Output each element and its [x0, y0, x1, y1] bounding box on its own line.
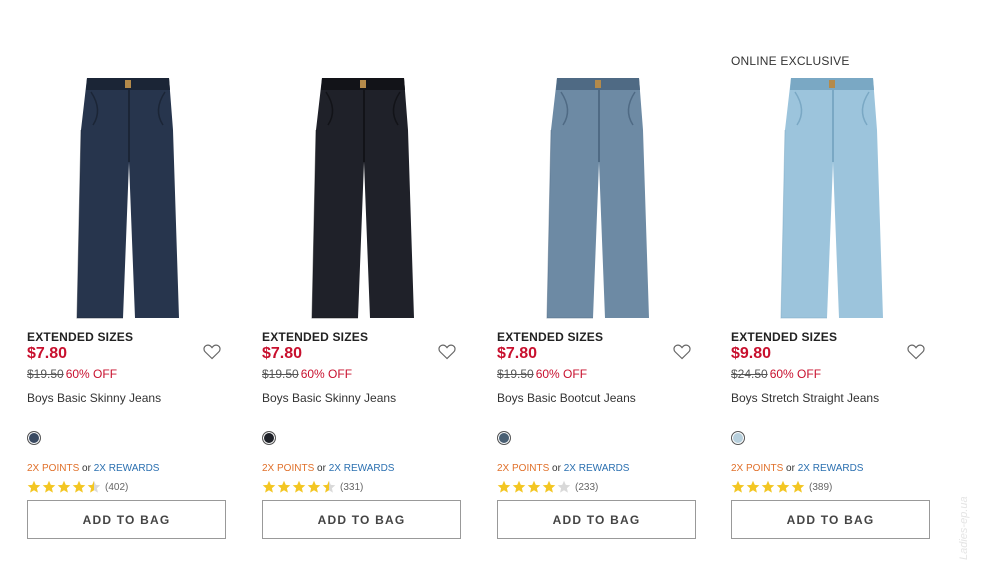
sale-price: $7.80: [262, 345, 303, 362]
review-count: (389): [809, 481, 833, 493]
review-count: (233): [575, 481, 599, 493]
product-image[interactable]: [27, 70, 229, 325]
original-price: $19.50: [27, 367, 64, 381]
original-price: $19.50: [497, 367, 534, 381]
rewards-line: 2X POINTS or 2X REWARDS: [262, 463, 394, 474]
star-icon: [42, 480, 56, 493]
star-icon: [761, 480, 775, 493]
star-icon: [292, 480, 306, 493]
price-line: $24.50 60% OFF: [731, 367, 821, 381]
add-to-bag-button[interactable]: ADD TO BAG: [497, 500, 696, 539]
add-to-bag-button[interactable]: ADD TO BAG: [262, 500, 461, 539]
original-price: $24.50: [731, 367, 768, 381]
discount-label: 60% OFF: [300, 367, 353, 381]
product-image[interactable]: [497, 70, 699, 325]
rewards-line: 2X POINTS or 2X REWARDS: [731, 463, 863, 474]
rating[interactable]: (233): [497, 480, 598, 494]
product-card: EXTENDED SIZES $7.80 $19.50 60% OFF Boys …: [262, 0, 464, 571]
star-icon: [776, 480, 790, 493]
star-icon: [322, 480, 336, 493]
product-name-link[interactable]: Boys Basic Skinny Jeans: [262, 391, 396, 405]
price-line: $19.50 60% OFF: [27, 367, 117, 381]
product-name-link[interactable]: Boys Stretch Straight Jeans: [731, 391, 879, 405]
rewards-label: 2X REWARDS: [328, 463, 395, 474]
or-label: or: [82, 463, 91, 474]
product-card: ONLINE EXCLUSIVE EXTENDED SIZES $9.80 $2…: [731, 0, 933, 571]
sale-price: $7.80: [497, 345, 538, 362]
review-count: (331): [340, 481, 364, 493]
star-icon: [277, 480, 291, 493]
review-count: (402): [105, 481, 129, 493]
star-icon: [791, 480, 805, 493]
star-icon: [57, 480, 71, 493]
rating[interactable]: (389): [731, 480, 832, 494]
star-icon: [497, 480, 511, 493]
watermark: Ladies-ep.ua: [958, 496, 970, 560]
color-swatch[interactable]: [262, 431, 276, 445]
product-image[interactable]: [262, 70, 464, 325]
rating[interactable]: (402): [27, 480, 128, 494]
discount-label: 60% OFF: [65, 367, 118, 381]
price-line: $19.50 60% OFF: [262, 367, 352, 381]
or-label: or: [552, 463, 561, 474]
star-icon: [87, 480, 101, 493]
add-to-bag-button[interactable]: ADD TO BAG: [731, 500, 930, 539]
star-icon: [746, 480, 760, 493]
extended-sizes-tag: EXTENDED SIZES: [497, 330, 604, 344]
heart-outline-icon[interactable]: [438, 344, 456, 360]
star-rating: [262, 480, 337, 494]
star-icon: [262, 480, 276, 493]
sale-price: $9.80: [731, 345, 772, 362]
product-card: EXTENDED SIZES $7.80 $19.50 60% OFF Boys …: [497, 0, 699, 571]
rewards-label: 2X REWARDS: [563, 463, 630, 474]
rewards-label: 2X REWARDS: [93, 463, 160, 474]
star-icon: [542, 480, 556, 493]
star-icon: [557, 480, 571, 493]
points-label: 2X POINTS: [497, 463, 550, 474]
points-label: 2X POINTS: [262, 463, 315, 474]
points-label: 2X POINTS: [731, 463, 784, 474]
extended-sizes-tag: EXTENDED SIZES: [27, 330, 134, 344]
star-icon: [72, 480, 86, 493]
extended-sizes-tag: EXTENDED SIZES: [262, 330, 369, 344]
rewards-line: 2X POINTS or 2X REWARDS: [497, 463, 629, 474]
or-label: or: [786, 463, 795, 474]
color-swatch[interactable]: [497, 431, 511, 445]
discount-label: 60% OFF: [535, 367, 588, 381]
product-image[interactable]: [731, 70, 933, 325]
color-swatch[interactable]: [27, 431, 41, 445]
star-icon: [512, 480, 526, 493]
rewards-label: 2X REWARDS: [797, 463, 864, 474]
heart-outline-icon[interactable]: [673, 344, 691, 360]
star-icon: [731, 480, 745, 493]
star-icon: [27, 480, 41, 493]
star-icon: [307, 480, 321, 493]
sale-price: $7.80: [27, 345, 68, 362]
price-line: $19.50 60% OFF: [497, 367, 587, 381]
rewards-line: 2X POINTS or 2X REWARDS: [27, 463, 159, 474]
star-icon: [527, 480, 541, 493]
original-price: $19.50: [262, 367, 299, 381]
heart-outline-icon[interactable]: [203, 344, 221, 360]
product-name-link[interactable]: Boys Basic Bootcut Jeans: [497, 391, 636, 405]
online-exclusive-badge: ONLINE EXCLUSIVE: [731, 54, 850, 68]
star-rating: [731, 480, 806, 494]
product-card: EXTENDED SIZES $7.80 $19.50 60% OFF Boys …: [27, 0, 229, 571]
rating[interactable]: (331): [262, 480, 363, 494]
or-label: or: [317, 463, 326, 474]
color-swatch[interactable]: [731, 431, 745, 445]
add-to-bag-button[interactable]: ADD TO BAG: [27, 500, 226, 539]
discount-label: 60% OFF: [769, 367, 822, 381]
product-name-link[interactable]: Boys Basic Skinny Jeans: [27, 391, 161, 405]
points-label: 2X POINTS: [27, 463, 80, 474]
star-rating: [497, 480, 572, 494]
heart-outline-icon[interactable]: [907, 344, 925, 360]
star-rating: [27, 480, 102, 494]
extended-sizes-tag: EXTENDED SIZES: [731, 330, 838, 344]
